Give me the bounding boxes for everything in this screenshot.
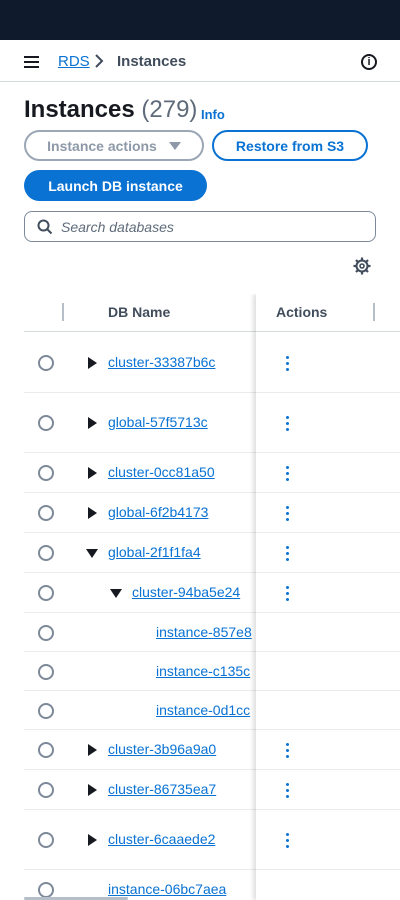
row-select-radio[interactable] xyxy=(38,782,54,798)
more-actions-icon[interactable] xyxy=(286,546,290,562)
db-name-link[interactable]: instance-c135c xyxy=(156,663,250,679)
row-divider xyxy=(256,729,400,730)
more-actions-icon[interactable] xyxy=(286,506,290,522)
expand-icon[interactable] xyxy=(88,507,97,519)
row-divider xyxy=(256,769,400,770)
db-name-link[interactable]: global-2f1f1fa4 xyxy=(108,544,201,560)
chevron-right-icon xyxy=(95,54,104,68)
row-select-radio[interactable] xyxy=(38,415,54,431)
top-navigation-bar xyxy=(0,0,400,40)
row-select-radio[interactable] xyxy=(38,742,54,758)
info-link[interactable]: Info xyxy=(201,107,225,122)
search-icon xyxy=(37,219,53,235)
row-select-radio[interactable] xyxy=(38,882,54,898)
expand-icon[interactable] xyxy=(88,417,97,429)
expand-icon[interactable] xyxy=(88,467,97,479)
row-select-radio[interactable] xyxy=(38,545,54,561)
restore-from-s3-button[interactable]: Restore from S3 xyxy=(212,130,368,161)
db-name-link[interactable]: cluster-86735ea7 xyxy=(108,781,216,797)
expand-icon[interactable] xyxy=(88,356,97,369)
db-name-link[interactable]: cluster-94ba5e24 xyxy=(132,584,240,600)
row-divider xyxy=(256,869,400,870)
more-actions-icon[interactable] xyxy=(286,743,290,759)
row-select-radio[interactable] xyxy=(38,585,54,601)
row-select-radio[interactable] xyxy=(38,354,54,371)
row-divider xyxy=(256,492,400,493)
row-select-radio[interactable] xyxy=(38,505,54,521)
expand-icon[interactable] xyxy=(88,744,97,756)
row-divider xyxy=(256,532,400,533)
hamburger-icon[interactable] xyxy=(24,56,39,68)
instance-actions-button[interactable]: Instance actions xyxy=(24,130,204,161)
breadcrumb-current: Instances xyxy=(117,53,187,70)
db-name-link[interactable]: instance-857e8 xyxy=(156,624,252,640)
db-name-link[interactable]: cluster-0cc81a50 xyxy=(108,464,215,480)
gear-icon[interactable] xyxy=(353,257,371,275)
row-divider xyxy=(256,809,400,810)
collapse-icon[interactable] xyxy=(110,589,122,598)
more-actions-icon[interactable] xyxy=(286,783,290,799)
collapse-icon[interactable] xyxy=(86,549,98,558)
db-name-link[interactable]: global-57f5713c xyxy=(108,414,208,430)
db-name-link[interactable]: cluster-3b96a9a0 xyxy=(108,741,216,757)
page-title: Instances (279) xyxy=(24,96,197,124)
expand-icon[interactable] xyxy=(88,784,97,796)
more-actions-icon[interactable] xyxy=(286,466,290,482)
more-actions-icon[interactable] xyxy=(286,833,290,849)
row-divider xyxy=(256,612,400,613)
row-divider xyxy=(256,572,400,573)
row-divider xyxy=(256,392,400,393)
row-select-radio[interactable] xyxy=(38,624,54,641)
breadcrumb-rds-link[interactable]: RDS xyxy=(58,53,90,70)
row-divider xyxy=(256,690,400,691)
instance-count: (279) xyxy=(141,96,198,123)
instances-table: DB Name cluster-33387b6c global-57f5713c c… xyxy=(24,294,400,900)
db-name-link[interactable]: global-6f2b4173 xyxy=(108,504,208,520)
row-select-radio[interactable] xyxy=(38,832,54,848)
expand-icon[interactable] xyxy=(88,834,97,846)
info-icon[interactable]: i xyxy=(361,54,377,70)
more-actions-icon[interactable] xyxy=(286,355,290,372)
db-name-link[interactable]: instance-0d1cc xyxy=(156,702,250,718)
instance-actions-label: Instance actions xyxy=(47,137,157,154)
row-select-radio[interactable] xyxy=(38,465,54,481)
row-select-radio[interactable] xyxy=(38,663,54,680)
actions-cells xyxy=(256,294,400,900)
more-actions-icon[interactable] xyxy=(286,416,290,432)
db-name-link[interactable]: cluster-33387b6c xyxy=(108,354,215,370)
row-divider xyxy=(256,452,400,453)
search-field xyxy=(24,211,376,242)
column-divider[interactable] xyxy=(62,303,64,321)
search-input[interactable] xyxy=(61,215,361,239)
launch-db-instance-button[interactable]: Launch DB instance xyxy=(24,170,207,201)
row-select-radio[interactable] xyxy=(38,702,54,719)
db-name-link[interactable]: cluster-6caaede2 xyxy=(108,831,215,847)
caret-down-icon xyxy=(168,141,181,150)
more-actions-icon[interactable] xyxy=(286,586,290,602)
page-title-text: Instances xyxy=(24,96,135,123)
column-header-db-name[interactable]: DB Name xyxy=(108,304,170,320)
row-divider xyxy=(256,651,400,652)
db-name-link[interactable]: instance-06bc7aea xyxy=(108,881,226,897)
